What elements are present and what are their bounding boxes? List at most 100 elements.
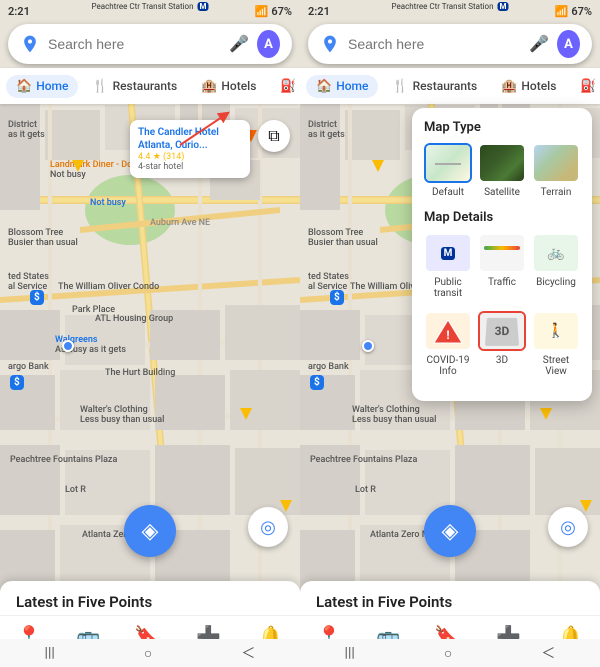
mic-icon-right[interactable]: 🎤 bbox=[529, 34, 549, 54]
battery-icon-right: 📶 bbox=[555, 5, 569, 18]
hotel-icon-left: 🏨 bbox=[201, 79, 217, 94]
restaurant-pin-right[interactable] bbox=[372, 160, 384, 172]
gas-icon-right: ⛽ bbox=[580, 79, 596, 94]
satellite-label: Satellite bbox=[484, 187, 520, 198]
detail-street[interactable]: 🚶 Street View bbox=[532, 311, 580, 377]
dollar-pin2[interactable]: $ bbox=[10, 375, 24, 390]
tab-hotels-label-right: Hotels bbox=[521, 79, 556, 93]
dollar-pin1-right[interactable]: $ bbox=[330, 290, 344, 305]
gas-icon-left: ⛽ bbox=[280, 79, 296, 94]
battery-icon-left: 📶 bbox=[255, 5, 269, 18]
default-thumb bbox=[424, 143, 472, 183]
home-icon-right: 🏠 bbox=[316, 79, 332, 94]
transit-label: Public transit bbox=[424, 277, 472, 299]
detail-covid[interactable]: ! COVID-19 Info bbox=[424, 311, 472, 377]
sys-nav-left: ||| ○ ＜ bbox=[0, 639, 300, 667]
location-button-right[interactable]: ◎ bbox=[548, 507, 588, 547]
metro-badge-right: M bbox=[497, 2, 508, 11]
map-type-options: Default Satellite Terrain bbox=[424, 143, 580, 198]
status-icons-right: 📶 67% bbox=[555, 5, 592, 18]
dollar-pin2-right[interactable]: $ bbox=[310, 375, 324, 390]
hotel-icon-right: 🏨 bbox=[501, 79, 517, 94]
bottom-card-right: Latest in Five Points 📍 Explore 🚌 Go 🔖 S… bbox=[300, 581, 600, 667]
bicycling-thumb: 🚲 bbox=[532, 233, 580, 273]
battery-text-left: 67% bbox=[271, 5, 292, 18]
avatar-right[interactable]: A bbox=[557, 30, 580, 58]
restaurant-pin3-right[interactable] bbox=[580, 500, 592, 512]
search-input-left[interactable] bbox=[48, 36, 229, 52]
street-thumb: 🚶 bbox=[532, 311, 580, 351]
layers-button[interactable]: ⧉ bbox=[258, 120, 290, 152]
search-bar-left[interactable]: 🎤 A bbox=[8, 24, 292, 64]
detail-bicycling[interactable]: 🚲 Bicycling bbox=[532, 233, 580, 299]
restaurant-icon-right: 🍴 bbox=[392, 79, 408, 94]
tab-restaurants-right[interactable]: 🍴 Restaurants bbox=[382, 75, 487, 98]
transit-label-right: Peachtree Ctr Transit Station M bbox=[391, 2, 508, 11]
map-type-panel: Map Type Default Satellite Terrain Map D… bbox=[412, 108, 592, 401]
menu-btn-right[interactable]: ||| bbox=[345, 645, 355, 661]
nav-tabs-right: 🏠 Home 🍴 Restaurants 🏨 Hotels ⛽ Gas bbox=[300, 68, 600, 104]
map-detail-options-row1: M Public transit Traffic 🚲 Bicycling bbox=[424, 233, 580, 299]
tab-home-label-left: Home bbox=[36, 79, 68, 93]
status-icons-left: 📶 67% bbox=[255, 5, 292, 18]
tab-hotels-left[interactable]: 🏨 Hotels bbox=[191, 75, 266, 98]
restaurant-pin2[interactable] bbox=[240, 408, 252, 420]
tab-restaurants-label-right: Restaurants bbox=[413, 79, 478, 93]
left-map-panel: Not busy Auburn Ave NE The Candler Hotel… bbox=[0, 0, 300, 667]
battery-text-right: 67% bbox=[571, 5, 592, 18]
street-label: Street View bbox=[532, 355, 580, 377]
tab-hotels-label-left: Hotels bbox=[221, 79, 256, 93]
directions-button-left[interactable]: ◈ bbox=[124, 505, 176, 557]
transit-thumb: M bbox=[424, 233, 472, 273]
back-btn-right[interactable]: ＜ bbox=[541, 643, 555, 663]
terrain-thumb bbox=[532, 143, 580, 183]
restaurant-pin3[interactable] bbox=[280, 500, 292, 512]
tab-gas-right[interactable]: ⛽ Gas bbox=[570, 75, 600, 98]
tab-hotels-right[interactable]: 🏨 Hotels bbox=[491, 75, 566, 98]
search-input-right[interactable] bbox=[348, 36, 529, 52]
bottom-card-left: Latest in Five Points 📍 Explore 🚌 Go 🔖 S… bbox=[0, 581, 300, 667]
directions-button-right[interactable]: ◈ bbox=[424, 505, 476, 557]
transit-label-left: Peachtree Ctr Transit Station M bbox=[91, 2, 208, 11]
restaurant-pin[interactable] bbox=[72, 160, 84, 172]
dollar-pin1[interactable]: $ bbox=[30, 290, 44, 305]
nav-tabs-left: 🏠 Home 🍴 Restaurants 🏨 Hotels ⛽ Gas bbox=[0, 68, 300, 104]
hotel-sub: 4-star hotel bbox=[138, 162, 242, 172]
type-default[interactable]: Default bbox=[424, 143, 472, 198]
bottom-title-right: Latest in Five Points bbox=[300, 581, 600, 615]
map-detail-options-row2: ! COVID-19 Info 3D 3D 🚶 Street View bbox=[424, 311, 580, 377]
home-btn-right[interactable]: ○ bbox=[444, 645, 452, 662]
detail-transit[interactable]: M Public transit bbox=[424, 233, 472, 299]
bicycling-label: Bicycling bbox=[536, 277, 576, 288]
walgreens-pin-right[interactable] bbox=[362, 340, 374, 352]
back-btn-left[interactable]: ＜ bbox=[241, 643, 255, 663]
google-maps-pin-left bbox=[20, 34, 40, 54]
home-btn-left[interactable]: ○ bbox=[144, 645, 152, 662]
hotel-arrow bbox=[175, 110, 235, 150]
sys-nav-right: ||| ○ ＜ bbox=[300, 639, 600, 667]
walgreens-pin[interactable] bbox=[62, 340, 74, 352]
detail-3d[interactable]: 3D 3D bbox=[478, 311, 526, 377]
tab-restaurants-left[interactable]: 🍴 Restaurants bbox=[82, 75, 187, 98]
tab-home-left[interactable]: 🏠 Home bbox=[6, 75, 78, 98]
type-satellite[interactable]: Satellite bbox=[478, 143, 526, 198]
map-details-title: Map Details bbox=[424, 210, 580, 225]
google-maps-pin-right bbox=[320, 34, 340, 54]
hotel-rating: 4.4 ★ (314) bbox=[138, 152, 242, 162]
menu-btn-left[interactable]: ||| bbox=[45, 645, 55, 661]
3d-thumb: 3D bbox=[478, 311, 526, 351]
detail-traffic[interactable]: Traffic bbox=[478, 233, 526, 299]
restaurant-pin2-right[interactable] bbox=[540, 408, 552, 420]
avatar-left[interactable]: A bbox=[257, 30, 280, 58]
type-terrain[interactable]: Terrain bbox=[532, 143, 580, 198]
map-type-title: Map Type bbox=[424, 120, 580, 135]
tab-restaurants-label-left: Restaurants bbox=[113, 79, 178, 93]
location-button-left[interactable]: ◎ bbox=[248, 507, 288, 547]
mic-icon-left[interactable]: 🎤 bbox=[229, 34, 249, 54]
tab-gas-left[interactable]: ⛽ Gas bbox=[270, 75, 300, 98]
3d-label: 3D bbox=[496, 355, 508, 366]
search-bar-right[interactable]: 🎤 A bbox=[308, 24, 592, 64]
right-map-panel: District as it gets Blossom Tree Busier … bbox=[300, 0, 600, 667]
metro-badge-left: M bbox=[197, 2, 208, 11]
tab-home-right[interactable]: 🏠 Home bbox=[306, 75, 378, 98]
